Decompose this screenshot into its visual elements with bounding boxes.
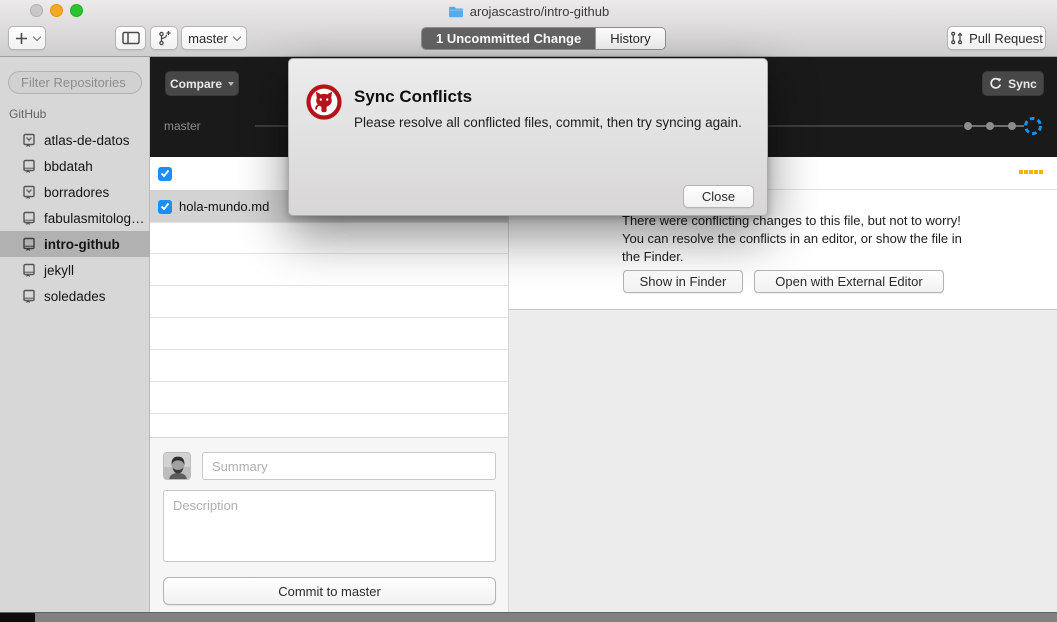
sidebar-item-jekyll[interactable]: jekyll <box>0 257 150 283</box>
pull-request-button[interactable]: Pull Request <box>947 26 1046 50</box>
repo-name: borradores <box>44 185 109 200</box>
create-branch-button[interactable] <box>150 26 178 50</box>
filter-repositories-input[interactable] <box>8 71 142 94</box>
detail-panel-empty-area <box>508 311 1057 612</box>
diff-block <box>1019 170 1023 174</box>
sidebar-item-intro-github[interactable]: intro-github <box>0 231 150 257</box>
tab-uncommitted-changes[interactable]: 1 Uncommitted Change <box>422 28 595 49</box>
repo-name: soledades <box>44 289 106 304</box>
dialog-close-button[interactable]: Close <box>683 185 754 208</box>
repo-name: atlas-de-datos <box>44 133 130 148</box>
repo-name: jekyll <box>44 263 74 278</box>
folder-icon <box>448 5 464 18</box>
show-in-finder-button[interactable]: Show in Finder <box>623 270 743 293</box>
sidebar-item-borradores[interactable]: borradores <box>0 179 150 205</box>
branch-select-value: master <box>188 31 228 46</box>
repo-forked-icon <box>22 185 36 200</box>
repo-icon <box>22 237 36 252</box>
file-checkbox-checked[interactable] <box>158 200 172 214</box>
add-repository-button[interactable] <box>8 26 46 50</box>
branch-select[interactable]: master <box>181 26 247 50</box>
repo-icon <box>22 263 36 278</box>
repo-icon <box>22 159 36 174</box>
dialog-message: Please resolve all conflicted files, com… <box>354 113 754 132</box>
commit-dot[interactable] <box>964 122 972 130</box>
commit-box: Commit to master <box>150 437 508 612</box>
branch-plus-icon <box>157 30 172 46</box>
bottom-window-edge <box>0 612 1057 622</box>
repo-icon <box>22 211 36 226</box>
toggle-sidebar-button[interactable] <box>115 26 146 50</box>
empty-list-row <box>150 318 508 350</box>
repo-name: fabulasmitolog… <box>44 211 145 226</box>
empty-list-row <box>150 254 508 286</box>
commit-dot[interactable] <box>1008 122 1016 130</box>
chevron-down-icon <box>233 32 241 40</box>
diff-block <box>1034 170 1038 174</box>
diff-block <box>1039 170 1043 174</box>
diff-block <box>1029 170 1033 174</box>
window-title-group: arojascastro/intro-github <box>0 3 1057 19</box>
window-title: arojascastro/intro-github <box>470 4 609 19</box>
dialog-title: Sync Conflicts <box>354 87 472 107</box>
repository-list: atlas-de-datos bbdatah borradores <box>0 127 150 309</box>
open-external-editor-button[interactable]: Open with External Editor <box>754 270 944 293</box>
repositories-sidebar: GitHub atlas-de-datos bbdatah <box>0 57 150 612</box>
pull-request-label: Pull Request <box>969 31 1043 46</box>
plus-icon <box>15 32 28 45</box>
repo-icon <box>22 289 36 304</box>
empty-list-row <box>150 350 508 382</box>
uncommitted-branch-tip-dot[interactable] <box>1026 119 1041 134</box>
avatar <box>163 452 191 480</box>
repo-name: intro-github <box>44 237 120 252</box>
view-segmented-control: 1 Uncommitted Change History <box>421 27 666 50</box>
empty-list-row <box>150 286 508 318</box>
tab-history[interactable]: History <box>595 28 664 49</box>
sync-conflicts-dialog: Sync Conflicts Please resolve all confli… <box>288 58 768 216</box>
commit-description-input[interactable] <box>163 490 496 562</box>
diff-block <box>1024 170 1028 174</box>
github-desktop-window: arojascastro/intro-github mas <box>0 0 1057 622</box>
commit-dot[interactable] <box>986 122 994 130</box>
file-name: hola-mundo.md <box>179 199 269 214</box>
check-icon <box>160 169 170 178</box>
sidebar-section-github: GitHub <box>9 107 46 121</box>
titlebar: arojascastro/intro-github mas <box>0 0 1057 57</box>
file-checkbox-checked[interactable] <box>158 167 172 181</box>
sidebar-item-atlas-de-datos[interactable]: atlas-de-datos <box>0 127 150 153</box>
empty-list-row <box>150 222 508 254</box>
sidebar-item-bbdatah[interactable]: bbdatah <box>0 153 150 179</box>
diff-block-row <box>1019 170 1043 174</box>
commit-summary-input[interactable] <box>202 452 496 480</box>
chevron-down-icon <box>32 32 40 40</box>
repo-forked-icon <box>22 133 36 148</box>
bottom-edge-black-segment <box>0 613 35 622</box>
pull-request-icon <box>950 31 963 45</box>
sidebar-item-soledades[interactable]: soledades <box>0 283 150 309</box>
sidebar-item-fabulasmitolog[interactable]: fabulasmitolog… <box>0 205 150 231</box>
empty-list-row <box>150 382 508 414</box>
github-octocat-icon <box>306 84 342 120</box>
conflict-message: There were conflicting changes to this f… <box>622 212 962 266</box>
check-icon <box>160 202 170 211</box>
repo-name: bbdatah <box>44 159 93 174</box>
commit-to-master-button[interactable]: Commit to master <box>163 577 496 605</box>
sidebar-toggle-icon <box>122 31 140 45</box>
